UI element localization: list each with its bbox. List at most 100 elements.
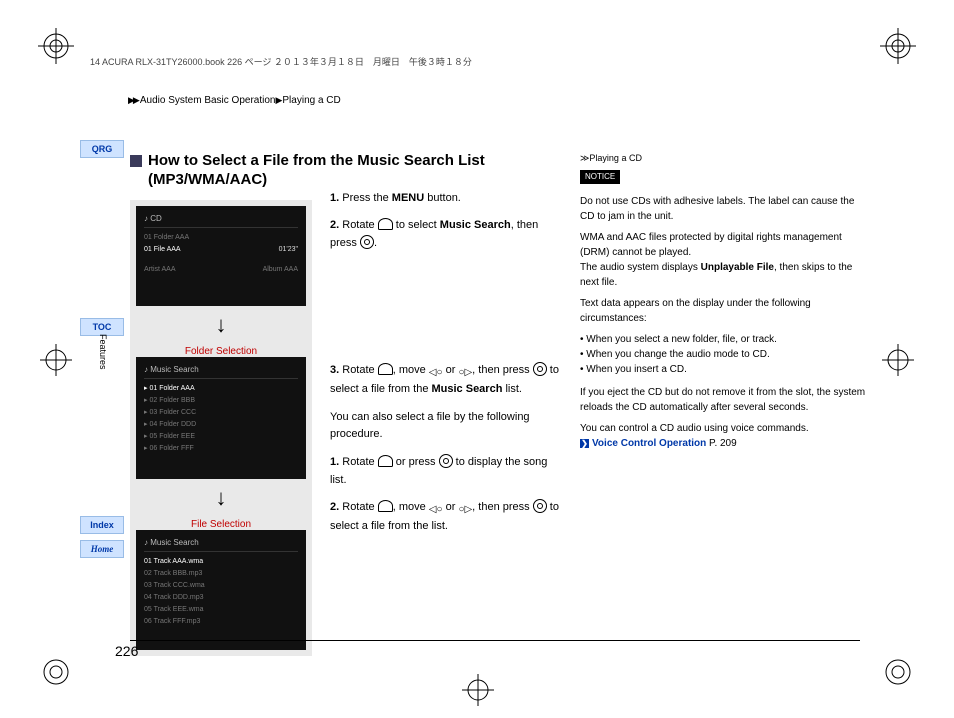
step-text: or bbox=[443, 364, 459, 376]
registration-mark bbox=[460, 672, 496, 708]
registration-mark bbox=[38, 654, 74, 690]
note-paragraph: Do not use CDs with adhesive labels. The… bbox=[580, 194, 870, 224]
step-text: . bbox=[374, 237, 377, 249]
registration-mark bbox=[880, 654, 916, 690]
list-item: 01 Track AAA.wma bbox=[144, 558, 203, 565]
note-bold: Unplayable File bbox=[701, 262, 774, 273]
file-selection-caption: File Selection bbox=[136, 519, 306, 530]
alt-step-1: 1. Rotate or press to display the song l… bbox=[330, 454, 560, 489]
section-side-label: Features bbox=[98, 334, 108, 370]
page-number: 226 bbox=[115, 643, 138, 659]
step-3: 3. Rotate , move ◁○ or ○▷, then press to… bbox=[330, 362, 560, 399]
registration-mark bbox=[880, 342, 916, 378]
push-button-icon bbox=[533, 499, 547, 513]
list-item: 04 Track DDD.mp3 bbox=[144, 594, 204, 601]
step-bold: Music Search bbox=[432, 383, 503, 395]
note-text: WMA and AAC files protected by digital r… bbox=[580, 232, 842, 258]
note-paragraph: You can control a CD audio using voice c… bbox=[580, 421, 870, 451]
rotate-dial-icon bbox=[378, 363, 393, 375]
note-bullet: When you insert a CD. bbox=[580, 362, 870, 377]
step-text: , then press bbox=[472, 364, 533, 376]
rotate-dial-icon bbox=[378, 455, 393, 467]
notes-column: ≫Playing a CD NOTICE Do not use CDs with… bbox=[580, 152, 870, 457]
step-2: 2. Rotate to select Music Search, then p… bbox=[330, 217, 560, 252]
tab-index[interactable]: Index bbox=[80, 516, 124, 534]
manual-page: 14 ACURA RLX-31TY26000.book 226 ページ ２０１３… bbox=[0, 0, 954, 718]
screen-line: Album AAA bbox=[263, 264, 298, 276]
tab-qrg[interactable]: QRG bbox=[80, 140, 124, 158]
step-text: button. bbox=[424, 192, 461, 204]
note-text: The audio system displays bbox=[580, 262, 701, 273]
screen-header: ♪ CD bbox=[144, 212, 298, 229]
step-text: to select bbox=[393, 219, 440, 231]
note-text: You can control a CD audio using voice c… bbox=[580, 423, 809, 434]
step-text: , move bbox=[393, 364, 429, 376]
step-bold: Music Search bbox=[440, 219, 511, 231]
notice-badge: NOTICE bbox=[580, 170, 620, 184]
folder-selection-caption: Folder Selection bbox=[136, 346, 306, 357]
instruction-steps: 1. Press the MENU button. 2. Rotate to s… bbox=[330, 190, 560, 536]
notes-heading-text: Playing a CD bbox=[589, 153, 642, 163]
step-text: , then press bbox=[472, 501, 533, 513]
move-right-icon: ○▷ bbox=[458, 365, 472, 381]
registration-mark bbox=[38, 342, 74, 378]
note-bullet: When you select a new folder, file, or t… bbox=[580, 332, 870, 347]
step-text: or press bbox=[393, 456, 439, 468]
step-number: 1. bbox=[330, 456, 339, 468]
breadcrumb-arrow-icon: ▶▶ bbox=[128, 95, 138, 105]
list-item: 06 Folder FFF bbox=[149, 445, 193, 452]
list-item: 03 Track CCC.wma bbox=[144, 582, 205, 589]
step-text: Press the bbox=[342, 192, 392, 204]
list-item: 02 Track BBB.mp3 bbox=[144, 570, 202, 577]
breadcrumb-arrow-icon: ▶ bbox=[275, 95, 280, 105]
screen-line: Artist AAA bbox=[144, 264, 176, 276]
step-text: Rotate bbox=[342, 501, 377, 513]
screen-header: ♪ Music Search bbox=[144, 536, 298, 553]
step-text: Rotate bbox=[342, 456, 377, 468]
link-text: Voice Control Operation bbox=[592, 438, 706, 449]
breadcrumb-2: Playing a CD bbox=[282, 95, 340, 106]
screen-line: 01 File AAA bbox=[144, 244, 181, 256]
list-item: 02 Folder BBB bbox=[149, 397, 195, 404]
push-button-icon bbox=[360, 235, 374, 249]
screenshot-folder-list: ♪ Music Search ▸ 01 Folder AAA ▸ 02 Fold… bbox=[136, 357, 306, 479]
screenshot-cd-playback: ♪ CD 01 Folder AAA 01 File AAA 01'23" Art… bbox=[136, 206, 306, 306]
down-arrow-icon: ↓ bbox=[136, 306, 306, 344]
screenshot-file-list: ♪ Music Search 01 Track AAA.wma 02 Track… bbox=[136, 530, 306, 650]
screenshot-panel: ♪ CD 01 Folder AAA 01 File AAA 01'23" Art… bbox=[130, 200, 312, 656]
registration-mark bbox=[38, 28, 74, 64]
step-text: or bbox=[443, 501, 459, 513]
list-item: 05 Folder EEE bbox=[149, 433, 195, 440]
rotate-dial-icon bbox=[378, 500, 393, 512]
title-line1: How to Select a File from the Music Sear… bbox=[148, 152, 485, 169]
step-1: 1. Press the MENU button. bbox=[330, 190, 560, 208]
step-text: , move bbox=[393, 501, 429, 513]
down-arrow-icon: ↓ bbox=[136, 479, 306, 517]
tab-home[interactable]: Home bbox=[80, 540, 124, 558]
push-button-icon bbox=[533, 362, 547, 376]
alt-intro: You can also select a file by the follow… bbox=[330, 409, 560, 444]
step-bold: MENU bbox=[392, 192, 424, 204]
move-left-icon: ◁○ bbox=[429, 365, 443, 381]
screen-time: 01'23" bbox=[279, 244, 298, 256]
screen-line: 01 Folder AAA bbox=[144, 232, 298, 244]
list-item: 06 Track FFF.mp3 bbox=[144, 618, 200, 625]
main-content: How to Select a File from the Music Sear… bbox=[130, 152, 560, 656]
step-text: Rotate bbox=[342, 219, 377, 231]
note-bullet-list: When you select a new folder, file, or t… bbox=[580, 332, 870, 377]
step-number: 3. bbox=[330, 364, 339, 376]
heading-square-icon bbox=[130, 155, 142, 167]
list-item: 04 Folder DDD bbox=[149, 421, 196, 428]
title-line2: (MP3/WMA/AAC) bbox=[148, 171, 267, 188]
rotate-dial-icon bbox=[378, 218, 393, 230]
step-number: 1. bbox=[330, 192, 339, 204]
list-item: 03 Folder CCC bbox=[149, 409, 196, 416]
step-text: Rotate bbox=[342, 364, 377, 376]
push-button-icon bbox=[439, 454, 453, 468]
list-item: 05 Track EEE.wma bbox=[144, 606, 204, 613]
screen-header: ♪ Music Search bbox=[144, 363, 298, 380]
notes-heading: ≫Playing a CD bbox=[580, 152, 870, 166]
move-left-icon: ◁○ bbox=[429, 502, 443, 518]
cross-reference-link[interactable]: ❯Voice Control Operation bbox=[580, 438, 706, 449]
step-number: 2. bbox=[330, 501, 339, 513]
